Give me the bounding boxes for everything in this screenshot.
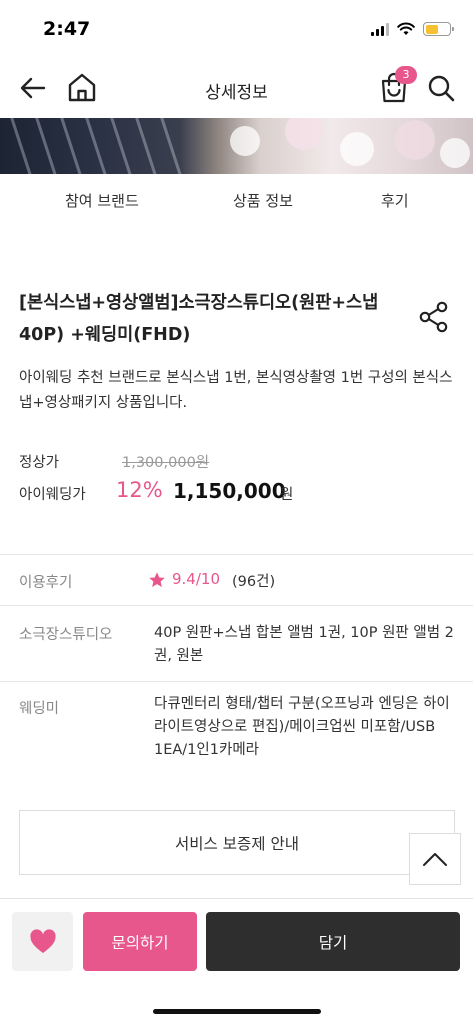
tab-product-info[interactable]: 상품 정보	[233, 190, 293, 211]
regular-price-label: 정상가	[19, 455, 60, 471]
inquiry-button[interactable]: 문의하기	[83, 912, 197, 971]
tab-reviews[interactable]: 후기	[381, 190, 409, 211]
home-indicator	[153, 1009, 321, 1014]
discount-rate: 12%	[116, 478, 163, 502]
like-button[interactable]	[12, 912, 73, 971]
wifi-icon	[397, 22, 415, 35]
rating-score: 9.4/10	[172, 570, 220, 588]
add-to-cart-button[interactable]: 담기	[206, 912, 460, 971]
review-label: 이용후기	[19, 575, 73, 591]
status-icons	[371, 22, 454, 36]
share-icon	[419, 301, 448, 333]
studio-value: 40P 원판+스냅 합본 앨범 1권, 10P 원판 앨범 2권, 원본	[154, 625, 454, 664]
detail-tabs: 참여 브랜드 상품 정보 후기	[0, 174, 473, 226]
regular-price: 1,300,000원	[122, 455, 210, 471]
sale-price-label: 아이웨딩가	[19, 487, 86, 503]
status-bar: 2:47	[0, 0, 473, 58]
status-time: 2:47	[43, 18, 91, 40]
review-count: (96건)	[232, 574, 276, 590]
scroll-top-button[interactable]	[409, 833, 461, 885]
sale-price-unit: 원	[280, 487, 294, 503]
chevron-up-icon	[423, 853, 447, 866]
battery-icon	[423, 22, 454, 36]
heart-icon	[29, 928, 56, 953]
divider	[0, 554, 473, 555]
search-button[interactable]	[425, 72, 457, 104]
video-value: 다큐멘터리 형태/챕터 구분(오프닝과 엔딩은 하이라이트영상으로 편집)/메이…	[154, 696, 450, 758]
tab-brand[interactable]: 참여 브랜드	[65, 190, 139, 211]
video-label: 웨딩미	[19, 701, 60, 717]
product-description: 아이웨딩 추천 브랜드로 본식스냅 1번, 본식영상촬영 1번 구성의 본식스냅…	[19, 370, 453, 411]
cart-count-badge: 3	[395, 66, 417, 84]
star-icon	[149, 572, 165, 588]
share-button[interactable]	[418, 300, 450, 334]
header: 상세정보 3	[0, 58, 473, 118]
divider	[0, 605, 473, 606]
divider	[0, 681, 473, 682]
sale-price: 1,150,000	[173, 479, 286, 503]
search-icon	[428, 75, 455, 102]
bottom-action-bar: 문의하기 담기	[0, 898, 473, 1024]
studio-label: 소극장스튜디오	[19, 627, 113, 643]
service-guarantee-button[interactable]: 서비스 보증제 안내	[19, 810, 455, 875]
product-image	[0, 118, 473, 174]
battery-level	[425, 24, 439, 34]
signal-icon	[371, 22, 389, 36]
product-title: [본식스냅+영상앨범]소극장스튜디오(원판+스냅 40P) +웨딩미(FHD)	[19, 293, 379, 345]
